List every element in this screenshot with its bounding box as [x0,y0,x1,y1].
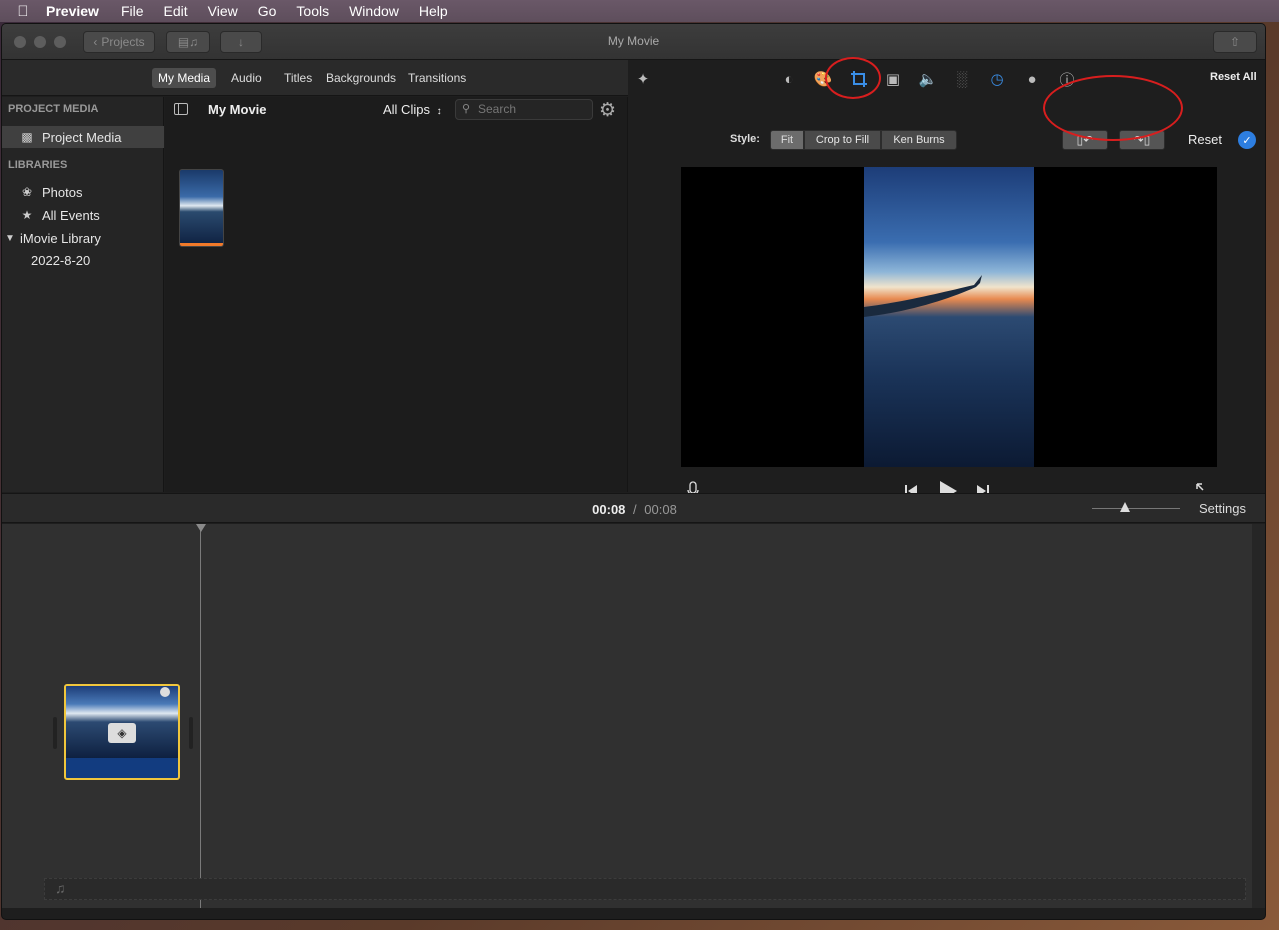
zoom-slider-track[interactable] [1092,508,1180,509]
style-crop-to-fill-button[interactable]: Crop to Fill [804,130,881,150]
clapperboard-icon: ▩ [21,130,33,144]
music-note-icon: ♫ [55,880,66,896]
checkmark-icon: ✓ [1242,134,1252,147]
libraries-sidebar: PROJECT MEDIA ▩ Project Media LIBRARIES … [2,97,164,492]
playhead-marker[interactable] [196,524,206,532]
sidebar-item-label: Photos [42,184,83,200]
style-label: Style: [730,133,760,145]
crop-ken-burns-badge-icon: ◈ [108,723,136,743]
adjustments-bar: ✦ ◐ 🎨 ▣ 🔈 ░ ◷ ● ⓘ Reset All [629,60,1265,96]
clip-left-trim-handle[interactable] [53,717,57,749]
apple-icon[interactable]:  [0,3,46,20]
clip-used-indicator [180,243,223,246]
sidebar-item-all-events[interactable]: ★ All Events [2,204,164,226]
gear-icon[interactable]: ⚙ [599,99,616,122]
menu-bar:  Preview File Edit View Go Tools Window… [0,0,1279,22]
browser-header: My Movie All Clips ↕ ⚲ Search ⚙ [165,97,627,124]
search-icon: ⚲ [462,103,471,115]
stabilization-icon[interactable]: ▣ [883,69,903,89]
total-time: 00:08 [644,502,677,517]
tab-titles[interactable]: Titles [278,68,318,88]
reset-button[interactable]: Reset [1188,132,1222,147]
style-fit-button[interactable]: Fit [770,130,804,150]
video-frame-image [864,167,1034,467]
sidebar-item-label: All Events [42,207,100,223]
rotate-counterclockwise-button[interactable]: ▯↶ [1062,130,1108,150]
updown-chevron-icon: ↕ [436,106,442,117]
clips-filter-value: All Clips [383,102,430,117]
video-preview[interactable] [681,167,1217,467]
sidebar-item-label: Project Media [42,129,122,145]
menu-help[interactable]: Help [419,3,448,19]
sidebar-item-event[interactable]: 2022-8-20 [2,249,164,271]
timecode-separator: / [633,502,637,517]
tab-audio[interactable]: Audio [225,68,268,88]
tab-transitions[interactable]: Transitions [402,68,472,88]
sidebar-item-imovie-library[interactable]: ▼ iMovie Library [2,227,164,249]
color-correction-icon[interactable]: 🎨 [813,69,833,89]
timeline-clip[interactable]: ◈ [64,684,180,780]
viewer-panel: ✦ ◐ 🎨 ▣ 🔈 ░ ◷ ● ⓘ Reset All Style: Fit C… [629,60,1265,501]
clip-volume-dot-icon[interactable] [160,687,170,697]
search-input[interactable]: ⚲ Search [455,99,593,120]
crop-style-row: Style: Fit Crop to Fill Ken Burns ▯↶ ↷▯ … [629,130,1265,152]
menu-file[interactable]: File [121,3,144,19]
color-balance-icon[interactable]: ◐ [779,69,799,89]
sidebar-toggle-icon[interactable] [174,103,188,115]
magic-wand-icon[interactable]: ✦ [633,69,653,89]
menu-go[interactable]: Go [258,3,277,19]
clip-right-trim-handle[interactable] [189,717,193,749]
media-tabs-bar: My Media Audio Titles Backgrounds Transi… [2,60,628,96]
menu-app-name[interactable]: Preview [46,3,99,19]
photos-icon: ❀ [21,185,33,199]
rotate-clockwise-button[interactable]: ↷▯ [1119,130,1165,150]
title-bar: ‹ Projects ▤♫ ↓ My Movie ⇧ [2,24,1265,60]
sidebar-item-project-media[interactable]: ▩ Project Media [2,126,164,148]
apply-checkmark-button[interactable]: ✓ [1238,131,1256,149]
star-box-icon: ★ [21,208,33,222]
clip-filmstrip [66,686,178,758]
share-button[interactable]: ⇧ [1213,31,1257,53]
speed-icon[interactable]: ◷ [987,69,1007,89]
menu-tools[interactable]: Tools [296,3,329,19]
menu-window[interactable]: Window [349,3,399,19]
timeline-header: 00:08 / 00:08 Settings [2,493,1265,523]
menu-edit[interactable]: Edit [164,3,188,19]
window-title: My Movie [607,34,660,48]
timecode-display: 00:08 / 00:08 [2,502,1265,517]
project-media-header: PROJECT MEDIA [8,103,99,115]
timeline-settings-button[interactable]: Settings [1199,501,1246,516]
equalizer-icon[interactable]: ░ [952,69,972,89]
playhead[interactable] [200,524,201,908]
browser-title: My Movie [208,102,267,117]
tab-my-media[interactable]: My Media [152,68,217,88]
media-browser: My Movie All Clips ↕ ⚲ Search ⚙ [165,97,628,492]
current-time: 00:08 [592,502,626,517]
rotate-right-icon: ↷▯ [1133,133,1151,147]
style-ken-burns-button[interactable]: Ken Burns [881,130,957,150]
media-clip-thumbnail[interactable] [179,169,224,247]
timeline[interactable]: ◈ [2,524,1252,908]
audio-lane[interactable]: ♫ [44,878,1246,900]
menu-view[interactable]: View [208,3,238,19]
disclosure-triangle-icon[interactable]: ▼ [2,233,18,244]
sidebar-item-label: 2022-8-20 [31,252,91,268]
airplane-wing-icon [864,275,982,317]
search-placeholder: Search [478,102,517,116]
sidebar-item-photos[interactable]: ❀ Photos [2,181,164,203]
zoom-slider-knob[interactable] [1120,502,1130,512]
tab-backgrounds[interactable]: Backgrounds [320,68,402,88]
imovie-window: ‹ Projects ▤♫ ↓ My Movie ⇧ My Media Audi… [1,23,1266,920]
volume-icon[interactable]: 🔈 [918,69,938,89]
reset-all-button[interactable]: Reset All [1210,71,1257,83]
libraries-header: LIBRARIES [8,159,68,171]
sidebar-item-label: iMovie Library [20,230,101,246]
rotate-left-icon: ▯↶ [1076,133,1094,147]
timeline-scrollbar[interactable] [1252,524,1265,908]
share-icon: ⇧ [1229,35,1241,49]
info-icon[interactable]: ⓘ [1057,69,1077,89]
clips-filter-select[interactable]: All Clips ↕ [383,102,442,117]
crop-icon[interactable] [849,69,869,89]
clip-filter-icon[interactable]: ● [1022,69,1042,89]
